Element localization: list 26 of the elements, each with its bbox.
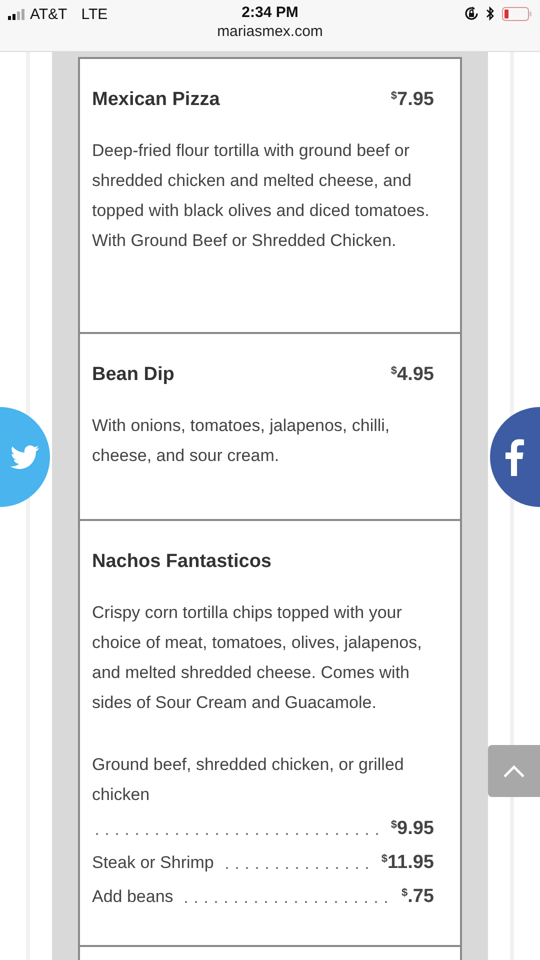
bluetooth-icon xyxy=(486,6,495,21)
bird-icon xyxy=(10,445,40,469)
carrier-name: AT&T xyxy=(30,6,68,23)
dish-name: Bean Dip xyxy=(92,364,174,386)
dish-description: With onions, tomatoes, jalapenos, chilli, cheese, and sour cream. xyxy=(92,415,391,467)
f-letter-icon xyxy=(504,438,524,476)
option-label: Add beans xyxy=(92,886,174,908)
page-url: mariasmex.com xyxy=(217,23,323,40)
option-label: Ground beef, shredded chicken, or grilled chicken xyxy=(92,754,405,806)
clock-time: 2:34 PM xyxy=(242,4,298,21)
network-type: LTE xyxy=(81,6,108,23)
rotation-lock-icon xyxy=(464,6,479,21)
option-price: $^{$}$9.95 xyxy=(390,817,434,841)
dish-name: Nachos Fantasticos xyxy=(92,551,272,573)
dish-description: Deep-fried flour tortilla with ground beef or shredded chicken and melted cheese, and topped with black olives and diced tomatoes. With Ground Beef or Shredded Chicken. xyxy=(92,140,430,252)
dish-description: Crispy corn tortilla chips topped with your choice of meat, tomatoes, olives, jalapenos, and melted shredded cheese. Comes with sides of Sour Cream and Guacamole. xyxy=(92,602,423,714)
dish-price: $^{$}$4.95 xyxy=(390,364,434,386)
option-label: Steak or Shrimp xyxy=(92,852,214,874)
chevron-up-icon xyxy=(503,764,525,778)
scroll-to-top-button[interactable] xyxy=(488,745,540,797)
signal-icon xyxy=(8,9,25,20)
dish-name: Mexican Pizza xyxy=(92,89,220,111)
option-price: $^{$}$.75 xyxy=(401,885,434,909)
battery-icon xyxy=(502,6,532,20)
dish-price: $^{$}$7.95 xyxy=(390,89,434,111)
option-price: $^{$}$11.95 xyxy=(381,851,434,875)
